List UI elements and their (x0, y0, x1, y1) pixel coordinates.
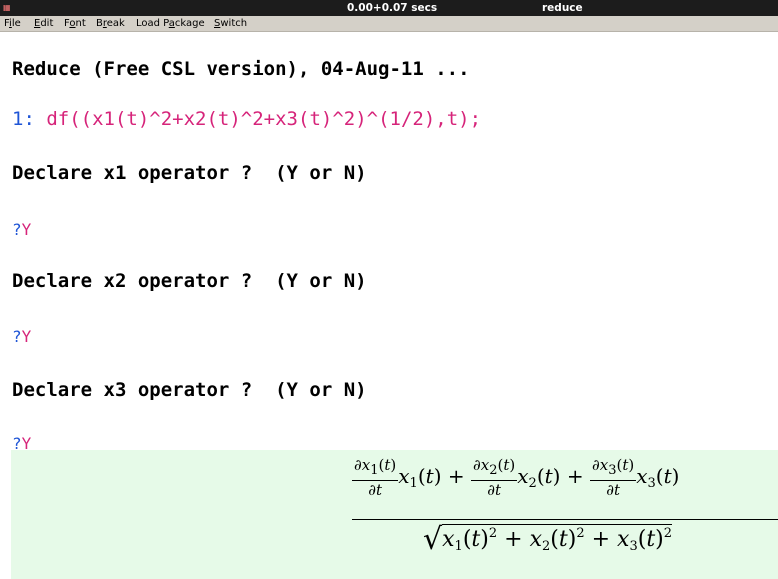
menu-bar: File Edit Font Break Load Package Switch (0, 16, 778, 32)
numerator: ∂x1(t) ∂t x1(t) + ∂x2(t) ∂t x2(t) + ∂x3(t) ∂t… (352, 456, 680, 499)
partial-fraction-2: ∂x2(t) ∂t (470, 456, 518, 499)
partial-fraction-3: ∂x3(t) ∂t (589, 456, 637, 499)
plus-sign: + (566, 464, 584, 488)
answer-prompt: ? (12, 327, 22, 346)
prompt-number: 1: (12, 108, 35, 130)
answer-line-2: ?Y (12, 325, 31, 348)
menu-edit[interactable]: Edit (34, 17, 53, 30)
question-x1: Declare x1 operator ? (Y or N) (12, 162, 367, 184)
answer-line-1: ?Y (12, 218, 31, 241)
title-bar: ▦ 0.00+0.07 secs reduce (0, 0, 778, 16)
fraction-bar (352, 519, 778, 520)
menu-file[interactable]: File (4, 17, 21, 30)
banner-text: Reduce (Free CSL version), 04-Aug-11 ... (12, 58, 470, 80)
denominator: √x1(t)2 + x2(t)2 + x3(t)2 (423, 522, 673, 557)
radicand: x1(t)2 + x2(t)2 + x3(t)2 (442, 524, 673, 554)
partial-fraction-1: ∂x1(t) ∂t (352, 456, 399, 499)
timing-readout: 0.00+0.07 secs (347, 2, 438, 14)
menu-load-package[interactable]: Load Package (136, 17, 205, 30)
answer-prompt: ? (12, 220, 22, 239)
menu-break[interactable]: Break (96, 17, 125, 30)
result-output: ∂x1(t) ∂t x1(t) + ∂x2(t) ∂t x2(t) + ∂x3(t) ∂t… (11, 450, 778, 579)
reduce-app-icon[interactable]: ▦ (3, 2, 17, 13)
plus-sign: + (447, 464, 465, 488)
question-x3: Declare x3 operator ? (Y or N) (12, 379, 367, 401)
answer-value: Y (21, 220, 32, 239)
input-line[interactable]: 1: df((x1(t)^2+x2(t)^2+x3(t)^2)^(1/2),t)… (12, 108, 481, 130)
menu-switch[interactable]: Switch (214, 17, 247, 30)
menu-font[interactable]: Font (64, 17, 86, 30)
answer-value: Y (21, 327, 32, 346)
input-command: df((x1(t)^2+x2(t)^2+x3(t)^2)^(1/2),t); (46, 108, 482, 130)
sqrt-sign: √ (423, 522, 443, 557)
question-x2: Declare x2 operator ? (Y or N) (12, 270, 367, 292)
window-title: reduce (542, 2, 583, 14)
